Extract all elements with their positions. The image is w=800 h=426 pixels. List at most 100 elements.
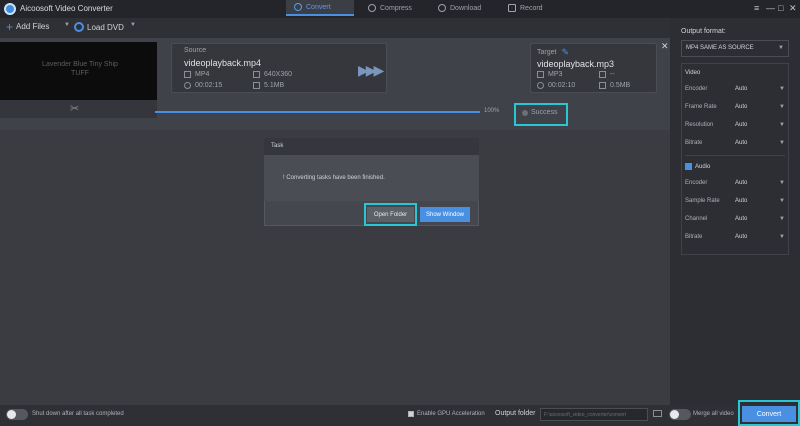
gpu-checkbox[interactable] bbox=[408, 411, 414, 417]
app-title: Aicoosoft Video Converter bbox=[20, 4, 113, 13]
tab-convert[interactable]: Convert bbox=[286, 0, 354, 16]
target-format-value: MP3 bbox=[548, 71, 563, 78]
tab-label: Download bbox=[450, 4, 482, 12]
close-icon[interactable]: ✕ bbox=[789, 3, 797, 14]
add-files-button[interactable]: + Add Files bbox=[6, 19, 50, 34]
status-badge: Success bbox=[522, 109, 557, 116]
chevron-down-icon: ▼ bbox=[779, 104, 785, 110]
video-bitrate-select[interactable]: Bitrate Auto ▼ bbox=[685, 140, 785, 150]
target-size-value: 0.5MB bbox=[610, 82, 631, 89]
setting-label: Bitrate bbox=[685, 140, 703, 146]
video-encoder-select[interactable]: Encoder Auto ▼ bbox=[685, 86, 785, 96]
add-files-dropdown[interactable]: ▼ bbox=[64, 22, 70, 28]
status-text: Success bbox=[531, 109, 558, 116]
target-header: Target ✎ bbox=[537, 47, 569, 58]
source-filename: videoplayback.mp4 bbox=[184, 58, 262, 68]
setting-value: Auto bbox=[735, 86, 748, 92]
setting-label: Channel bbox=[685, 216, 708, 222]
app-logo-icon bbox=[4, 3, 16, 15]
resolution-icon bbox=[599, 71, 606, 78]
load-dvd-label: Load DVD bbox=[87, 22, 124, 32]
tab-label: Convert bbox=[306, 3, 331, 11]
format-icon bbox=[537, 71, 544, 78]
chevron-down-icon: ▼ bbox=[779, 234, 785, 240]
clock-icon bbox=[537, 82, 544, 89]
audio-section-toggle[interactable]: Audio bbox=[685, 163, 710, 170]
menu-icon[interactable]: ≡ bbox=[754, 3, 759, 13]
progress-percent: 100% bbox=[484, 108, 500, 114]
progress-fill bbox=[155, 111, 480, 113]
file-size-icon bbox=[253, 82, 260, 89]
chevron-down-icon: ▼ bbox=[778, 45, 784, 51]
audio-sample-rate-select[interactable]: Sample Rate Auto ▼ bbox=[685, 198, 785, 208]
audio-encoder-select[interactable]: Encoder Auto ▼ bbox=[685, 180, 785, 190]
status-dot-icon bbox=[522, 109, 528, 116]
tab-record[interactable]: Record bbox=[500, 0, 568, 16]
section-divider bbox=[685, 155, 785, 156]
chevron-down-icon: ▼ bbox=[130, 22, 136, 28]
source-size: 5.1MB bbox=[253, 82, 284, 89]
source-duration-value: 00:02:15 bbox=[195, 82, 223, 89]
source-resolution-value: 640X360 bbox=[264, 71, 293, 78]
dvd-icon bbox=[74, 22, 84, 32]
audio-channel-select[interactable]: Channel Auto ▼ bbox=[685, 216, 785, 226]
shutdown-label: Shut down after all task completed bbox=[32, 411, 124, 417]
audio-bitrate-select[interactable]: Bitrate Auto ▼ bbox=[685, 234, 785, 244]
source-size-value: 5.1MB bbox=[264, 82, 285, 89]
chevron-down-icon: ▼ bbox=[779, 86, 785, 92]
dialog-message-text: Converting tasks have been finished. bbox=[286, 175, 385, 181]
video-frame-rate-select[interactable]: Frame Rate Auto ▼ bbox=[685, 104, 785, 114]
setting-label: Encoder bbox=[685, 86, 708, 92]
target-resolution: -- bbox=[599, 71, 615, 78]
source-format: MP4 bbox=[184, 71, 209, 78]
video-section-title: Video bbox=[685, 70, 701, 76]
load-dvd-button[interactable]: Load DVD bbox=[74, 22, 124, 32]
dialog-header bbox=[264, 138, 479, 155]
scissors-icon[interactable]: ✂ bbox=[70, 102, 79, 115]
source-format-value: MP4 bbox=[195, 71, 210, 78]
folder-icon[interactable] bbox=[653, 410, 662, 417]
output-folder-input[interactable]: F:\aicoosoft_video_converter\convert bbox=[540, 408, 648, 421]
source-duration: 00:02:15 bbox=[184, 82, 222, 89]
output-format-label: Output format: bbox=[681, 28, 726, 35]
open-folder-button[interactable]: Open Folder bbox=[367, 207, 414, 222]
merge-toggle[interactable] bbox=[669, 409, 691, 420]
setting-label: Encoder bbox=[685, 180, 708, 186]
minimize-icon[interactable]: — bbox=[766, 3, 775, 13]
setting-value: Auto bbox=[735, 234, 748, 240]
thumbnail-text: Lavender Blue Tiny Ship TUFF bbox=[42, 61, 118, 77]
edit-icon[interactable]: ✎ bbox=[561, 47, 569, 58]
chevron-down-icon: ▼ bbox=[779, 122, 785, 128]
tab-download[interactable]: Download bbox=[430, 0, 498, 16]
source-resolution: 640X360 bbox=[253, 71, 292, 78]
target-format: MP3 bbox=[537, 71, 562, 78]
setting-value: Auto bbox=[735, 140, 748, 146]
target-resolution-value: -- bbox=[610, 71, 615, 78]
maximize-icon[interactable]: □ bbox=[778, 3, 783, 13]
setting-value: Auto bbox=[735, 122, 748, 128]
file-size-icon bbox=[599, 82, 606, 89]
setting-value: Auto bbox=[735, 198, 748, 204]
plus-icon: + bbox=[6, 19, 14, 34]
load-dvd-dropdown[interactable]: ▼ bbox=[130, 22, 136, 28]
target-filename: videoplayback.mp3 bbox=[537, 59, 615, 69]
gpu-label: Enable GPU Acceleration bbox=[417, 411, 485, 417]
shutdown-toggle[interactable] bbox=[6, 409, 28, 420]
show-window-button[interactable]: Show Window bbox=[420, 207, 470, 222]
video-resolution-select[interactable]: Resolution Auto ▼ bbox=[685, 122, 785, 132]
source-label: Source bbox=[184, 47, 207, 54]
convert-button[interactable]: Convert bbox=[742, 406, 796, 422]
remove-task-icon[interactable]: ✕ bbox=[661, 41, 669, 52]
setting-value: Auto bbox=[735, 104, 748, 110]
toggle-knob bbox=[7, 410, 16, 419]
tab-compress[interactable]: Compress bbox=[360, 0, 428, 16]
chevron-down-icon: ▼ bbox=[779, 180, 785, 186]
setting-label: Frame Rate bbox=[685, 104, 717, 110]
output-format-select[interactable]: MP4 SAME AS SOURCE ▼ bbox=[681, 40, 789, 57]
audio-section-title: Audio bbox=[695, 163, 711, 170]
add-files-label: Add Files bbox=[16, 22, 50, 31]
target-label: Target bbox=[537, 49, 557, 56]
chevron-down-icon: ▼ bbox=[779, 198, 785, 204]
toggle-knob bbox=[670, 410, 679, 419]
compress-icon bbox=[368, 4, 376, 12]
